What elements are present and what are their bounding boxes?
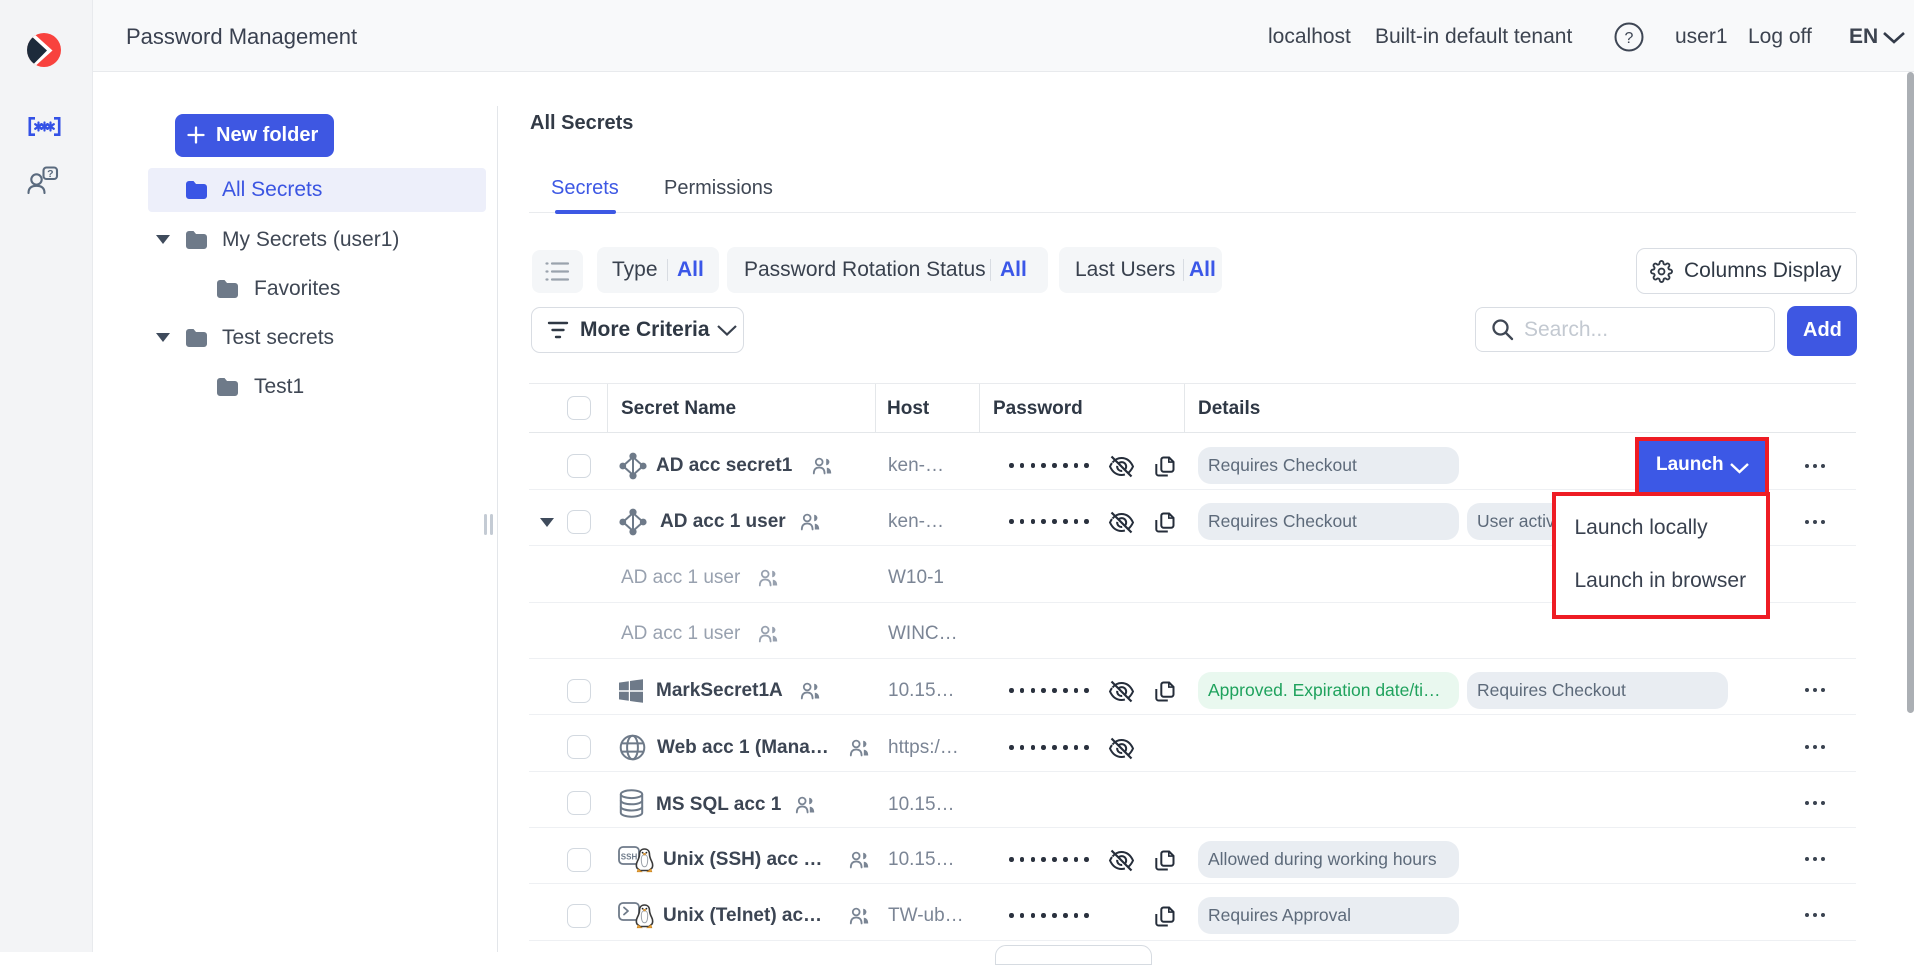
svg-text:?: ? xyxy=(47,168,53,180)
svg-text:?: ? xyxy=(1625,30,1634,47)
